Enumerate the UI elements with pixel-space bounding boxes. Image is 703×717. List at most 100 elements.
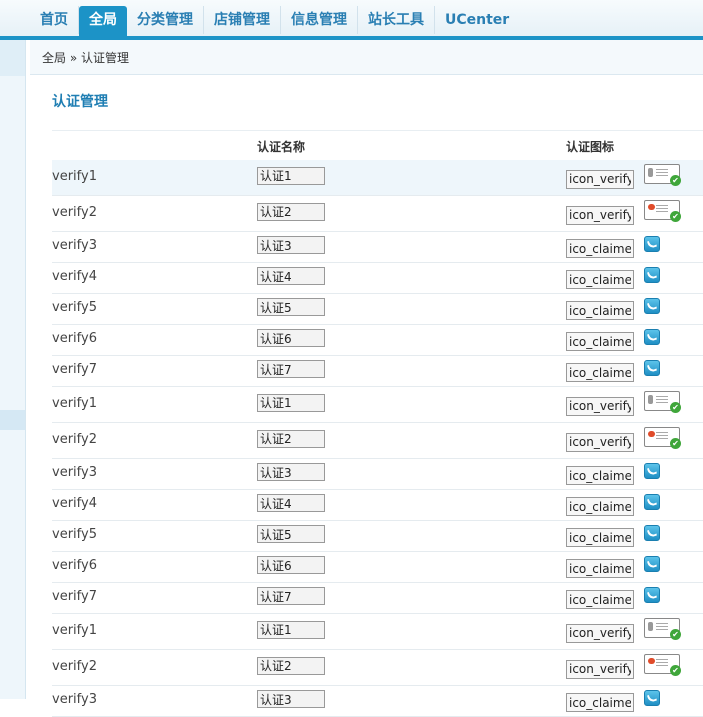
table-row: verify3 <box>52 232 703 263</box>
verify-name-input[interactable] <box>257 429 325 448</box>
verify-name-input[interactable] <box>257 587 325 605</box>
tab-ucenter[interactable]: UCenter <box>435 6 519 34</box>
verify-icon-input[interactable] <box>566 528 634 547</box>
tab-store-management[interactable]: 店铺管理 <box>204 6 281 34</box>
row-key: verify2 <box>52 431 97 447</box>
check-icon: ✔ <box>670 664 681 676</box>
phone-icon <box>644 463 660 479</box>
verify-icon-input[interactable] <box>566 432 634 452</box>
table-row: verify5 <box>52 521 703 552</box>
card-face-icon <box>648 167 653 177</box>
table-row: verify7 <box>52 583 703 614</box>
table-header: 认证名称 认证图标 <box>52 131 703 160</box>
verify-name-input[interactable] <box>257 494 325 512</box>
card-face-icon <box>648 657 655 664</box>
row-key: verify2 <box>52 658 97 674</box>
verify-icon-input[interactable] <box>566 363 634 382</box>
row-key: verify1 <box>52 622 97 638</box>
row-key: verify4 <box>52 496 97 511</box>
verify-name-input[interactable] <box>257 463 325 481</box>
verify-name-input[interactable] <box>257 525 325 543</box>
top-navigation: 首页 全局 分类管理 店铺管理 信息管理 站长工具 UCenter <box>0 0 703 40</box>
verify-name-input[interactable] <box>257 556 325 574</box>
verify-icon-input[interactable] <box>566 623 634 643</box>
sidebar-item-active[interactable] <box>0 410 25 430</box>
verify-icon-input[interactable] <box>566 396 634 416</box>
phone-icon <box>644 556 660 572</box>
table-row: verify6 <box>52 325 703 356</box>
verify-name-input[interactable] <box>257 329 325 347</box>
verify-icon-input[interactable] <box>566 239 634 258</box>
verify-icon-input[interactable] <box>566 169 634 189</box>
verify-name-input[interactable] <box>257 393 325 412</box>
left-sidebar <box>0 40 26 699</box>
verify-name-input[interactable] <box>257 656 325 675</box>
verify-name-input[interactable] <box>257 298 325 316</box>
breadcrumb-text: 全局 » 认证管理 <box>42 51 129 65</box>
verify-name-input[interactable] <box>257 267 325 285</box>
verify-icon-input[interactable] <box>566 693 634 712</box>
verify-icon-input[interactable] <box>566 332 634 351</box>
verify-icon-input[interactable] <box>566 466 634 485</box>
verify-icon-input[interactable] <box>566 659 634 679</box>
verify-icon-input[interactable] <box>566 559 634 578</box>
phone-icon <box>644 236 660 252</box>
phone-icon <box>644 525 660 541</box>
row-key: verify1 <box>52 168 97 184</box>
phone-icon <box>644 494 660 510</box>
id-card-icon: ✔ <box>644 617 681 640</box>
id-card-icon: ✔ <box>644 390 681 413</box>
phone-icon <box>644 267 660 283</box>
verify-name-input[interactable] <box>257 690 325 708</box>
check-icon: ✔ <box>670 174 681 186</box>
verify-icon-input[interactable] <box>566 497 634 516</box>
row-key: verify7 <box>52 589 97 604</box>
row-key: verify6 <box>52 331 97 346</box>
tab-category-management[interactable]: 分类管理 <box>127 6 204 34</box>
verify-name-input[interactable] <box>257 236 325 254</box>
check-icon: ✔ <box>670 437 681 449</box>
table-row: verify6 <box>52 552 703 583</box>
row-key: verify5 <box>52 300 97 315</box>
table-row: verify4 <box>52 263 703 294</box>
page-title: 认证管理 <box>52 94 108 110</box>
table-row: verify1 ✔ <box>52 387 703 423</box>
verify-icon-input[interactable] <box>566 270 634 289</box>
verify-icon-input[interactable] <box>566 590 634 609</box>
row-key: verify5 <box>52 527 97 542</box>
table-row: verify1 ✔ <box>52 160 703 196</box>
header-name: 认证名称 <box>257 140 306 154</box>
row-key: verify4 <box>52 269 97 284</box>
verify-name-input[interactable] <box>257 166 325 185</box>
header-icon: 认证图标 <box>566 140 615 154</box>
phone-icon <box>644 329 660 345</box>
card-lines-icon <box>656 658 668 660</box>
card-lines-icon <box>656 204 668 206</box>
card-lines-icon <box>656 622 668 624</box>
phone-icon <box>644 587 660 603</box>
sidebar-header <box>0 40 25 76</box>
verify-name-input[interactable] <box>257 620 325 639</box>
row-key: verify2 <box>52 204 97 220</box>
nav-tabs: 首页 全局 分类管理 店铺管理 信息管理 站长工具 UCenter <box>30 6 519 36</box>
card-lines-icon <box>656 395 668 397</box>
row-key: verify6 <box>52 558 97 573</box>
breadcrumb: 全局 » 认证管理 <box>30 40 703 75</box>
verify-icon-input[interactable] <box>566 205 634 225</box>
table-row: verify1 ✔ <box>52 614 703 650</box>
business-license-icon: ✔ <box>644 426 681 449</box>
verify-icon-input[interactable] <box>566 301 634 320</box>
phone-icon <box>644 298 660 314</box>
tab-home[interactable]: 首页 <box>30 6 79 34</box>
card-face-icon <box>648 430 655 437</box>
verify-name-input[interactable] <box>257 202 325 221</box>
card-face-icon <box>648 621 653 631</box>
tab-global[interactable]: 全局 <box>79 6 127 36</box>
row-key: verify3 <box>52 465 97 480</box>
tab-webmaster-tools[interactable]: 站长工具 <box>358 6 435 34</box>
tab-info-management[interactable]: 信息管理 <box>281 6 358 34</box>
card-lines-icon <box>656 168 668 170</box>
business-license-icon: ✔ <box>644 199 681 222</box>
table-row: verify3 <box>52 686 703 717</box>
verify-name-input[interactable] <box>257 360 325 378</box>
